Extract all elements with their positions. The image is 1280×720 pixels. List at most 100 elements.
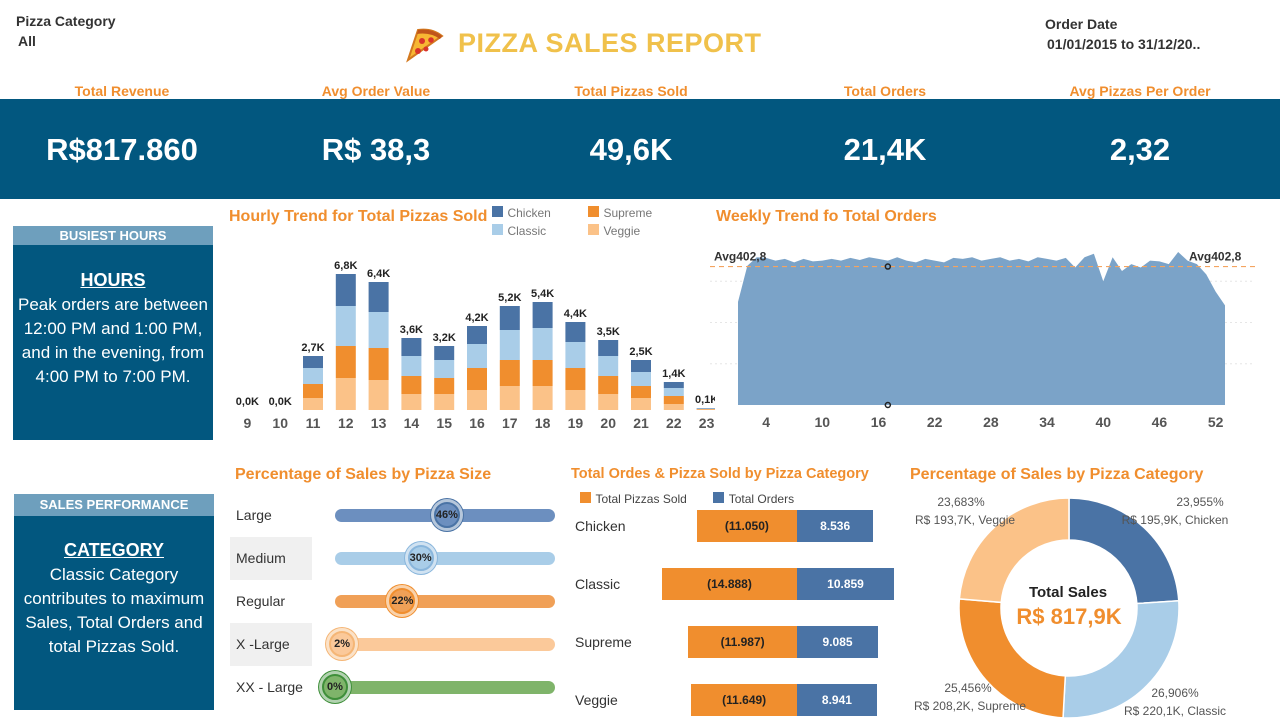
hour-axis-label: 18	[535, 415, 551, 431]
hour-bar-15-veggie	[434, 394, 455, 410]
kpi-value-total-pizzas-sold: 49,6K	[589, 132, 673, 167]
weekly-axis-label: 52	[1208, 414, 1224, 430]
legend-swatch-orders	[713, 492, 725, 503]
size-row: Large 46%	[230, 494, 560, 537]
legend-item-supreme: Supreme	[588, 204, 652, 222]
kpi-label-avg-pizzas-per-order: Avg Pizzas Per Order	[1069, 83, 1211, 99]
hour-bar-22-supreme	[663, 396, 684, 404]
size-label: Large	[236, 507, 272, 523]
hour-total-label: 6,8K	[334, 260, 357, 272]
hour-bar-17-veggie	[499, 386, 520, 410]
hour-bar-14-chicken	[401, 338, 422, 356]
donut-detail-chicken: R$ 195,9K, Chicken	[1121, 513, 1229, 527]
hour-bar-21-chicken	[631, 360, 651, 372]
weekly-axis-label: 16	[871, 414, 887, 430]
kpi-value-total-revenue: R$817.860	[46, 132, 198, 167]
weekly-axis-label: 4	[762, 414, 770, 430]
hour-bar-14-veggie	[401, 394, 422, 410]
donut-detail-veggie: R$ 193,7K, Veggie	[914, 513, 1016, 527]
weekly-axis-label: 10	[814, 414, 830, 430]
hour-axis-label: 21	[633, 415, 649, 431]
size-row: XX - Large 0%	[230, 666, 560, 709]
hour-bar-15-chicken	[434, 346, 455, 360]
hour-total-label: 3,6K	[400, 324, 423, 336]
hour-total-label: 5,2K	[498, 292, 521, 304]
busiest-hours-panel: HOURS Peak orders are between 12:00 PM a…	[13, 245, 213, 440]
hourly-trend-chart: 0,0K 9 0,0K 10 2,7K 11 6,8K 12 6,4K 13 3,6K 14 3,2K 1…	[236, 260, 715, 431]
legend-label-pizzas: Total Pizzas Sold	[595, 492, 687, 506]
hourly-trend-title: Hourly Trend for Total Pizzas Sold	[229, 208, 488, 225]
legend-item-classic: Classic	[492, 222, 546, 240]
donut-center-value: R$ 817,9K	[1016, 604, 1122, 629]
legend-swatch-pizzas	[580, 492, 591, 503]
bar-total-pizzas: (11.649)	[691, 684, 797, 716]
category-label: Chicken	[575, 518, 626, 534]
hour-total-label: 4,2K	[465, 312, 488, 324]
busiest-hours-header: BUSIEST HOURS	[13, 226, 213, 245]
weekly-axis-label: 46	[1152, 414, 1168, 430]
hour-total-label: 5,4K	[531, 288, 554, 300]
hour-total-label: 0,0K	[236, 396, 259, 408]
hour-axis-label: 10	[272, 415, 288, 431]
hour-total-label: 1,4K	[662, 368, 685, 380]
kpi-label-total-pizzas-sold: Total Pizzas Sold	[574, 83, 688, 99]
size-track	[335, 595, 555, 608]
size-value-bubble: 30%	[407, 545, 434, 571]
sales-performance-panel: CATEGORY Classic Category contributes to…	[14, 516, 214, 710]
hour-bar-19-supreme	[565, 368, 586, 390]
weekly-trend-chart: Avg402,8 Avg402,8 4 10 16 22 28 34 40 46 52	[710, 250, 1255, 430]
hour-total-label: 0,0K	[269, 396, 292, 408]
donut-detail-supreme: R$ 208,2K, Supreme	[913, 699, 1027, 713]
size-value-bubble: 0%	[322, 674, 348, 700]
hour-axis-label: 11	[306, 415, 321, 431]
donut-pct-classic: 26,906%	[1151, 686, 1199, 700]
hour-bar-16-supreme	[467, 368, 487, 390]
bar-total-orders: 8.536	[797, 510, 874, 542]
hour-bar-21-supreme	[631, 386, 651, 398]
kpi-value-avg-order-value: R$ 38,3	[321, 132, 431, 167]
bar-total-pizzas: (14.888)	[662, 568, 797, 600]
hour-bar-18-veggie	[532, 386, 553, 410]
hour-total-label: 2,7K	[301, 342, 324, 354]
donut-center-label: Total Sales	[1028, 584, 1108, 601]
sales-performance-header: SALES PERFORMANCE	[14, 494, 214, 516]
hour-total-label: 2,5K	[629, 346, 652, 358]
hour-total-label: 3,2K	[433, 332, 456, 344]
order-date-filter-value[interactable]: 01/01/2015 to 31/12/20..	[1047, 36, 1200, 52]
hour-axis-label: 12	[338, 415, 354, 431]
weekly-avg-label-left: Avg402,8	[714, 250, 767, 264]
hour-bar-19-classic	[565, 342, 586, 368]
size-chart-title: Percentage of Sales by Pizza Size	[235, 466, 492, 483]
weekly-axis-label: 40	[1095, 414, 1111, 430]
hour-bar-20-chicken	[598, 340, 619, 356]
kpi-value-total-orders: 21,4K	[843, 132, 927, 167]
hour-bar-11-veggie	[303, 398, 323, 410]
hour-bar-18-chicken	[532, 302, 553, 328]
hour-bar-20-classic	[598, 356, 619, 376]
category-label: Supreme	[575, 634, 632, 650]
hour-bar-21-classic	[631, 372, 651, 386]
size-value-bubble: 2%	[329, 631, 356, 657]
hour-total-label: 6,4K	[367, 268, 390, 280]
hour-bar-15-supreme	[434, 378, 455, 394]
hour-bar-15-classic	[434, 360, 455, 378]
size-track	[335, 681, 555, 694]
kpi-label-total-orders: Total Orders	[843, 83, 927, 99]
bar-total-orders: 9.085	[797, 626, 879, 658]
hour-bar-13-chicken	[368, 282, 389, 312]
order-date-filter-label: Order Date	[1045, 16, 1118, 32]
hour-bar-16-chicken	[467, 326, 487, 344]
hour-bar-11-classic	[303, 368, 323, 384]
hour-bar-11-supreme	[303, 384, 323, 398]
hour-axis-label: 17	[502, 415, 518, 431]
pizza-category-filter-value[interactable]: All	[18, 33, 36, 49]
hour-axis-label: 15	[436, 415, 452, 431]
bar-total-pizzas: (11.050)	[696, 510, 797, 542]
category-label: Classic	[575, 576, 621, 592]
size-track	[335, 638, 555, 651]
hour-axis-label: 9	[244, 415, 252, 431]
hour-bar-16-veggie	[467, 390, 487, 410]
bar-total-orders: 8.941	[797, 684, 877, 716]
donut-detail-classic: R$ 220,1K, Classic	[1123, 704, 1227, 718]
bar-total-pizzas: (11.987)	[688, 626, 797, 658]
